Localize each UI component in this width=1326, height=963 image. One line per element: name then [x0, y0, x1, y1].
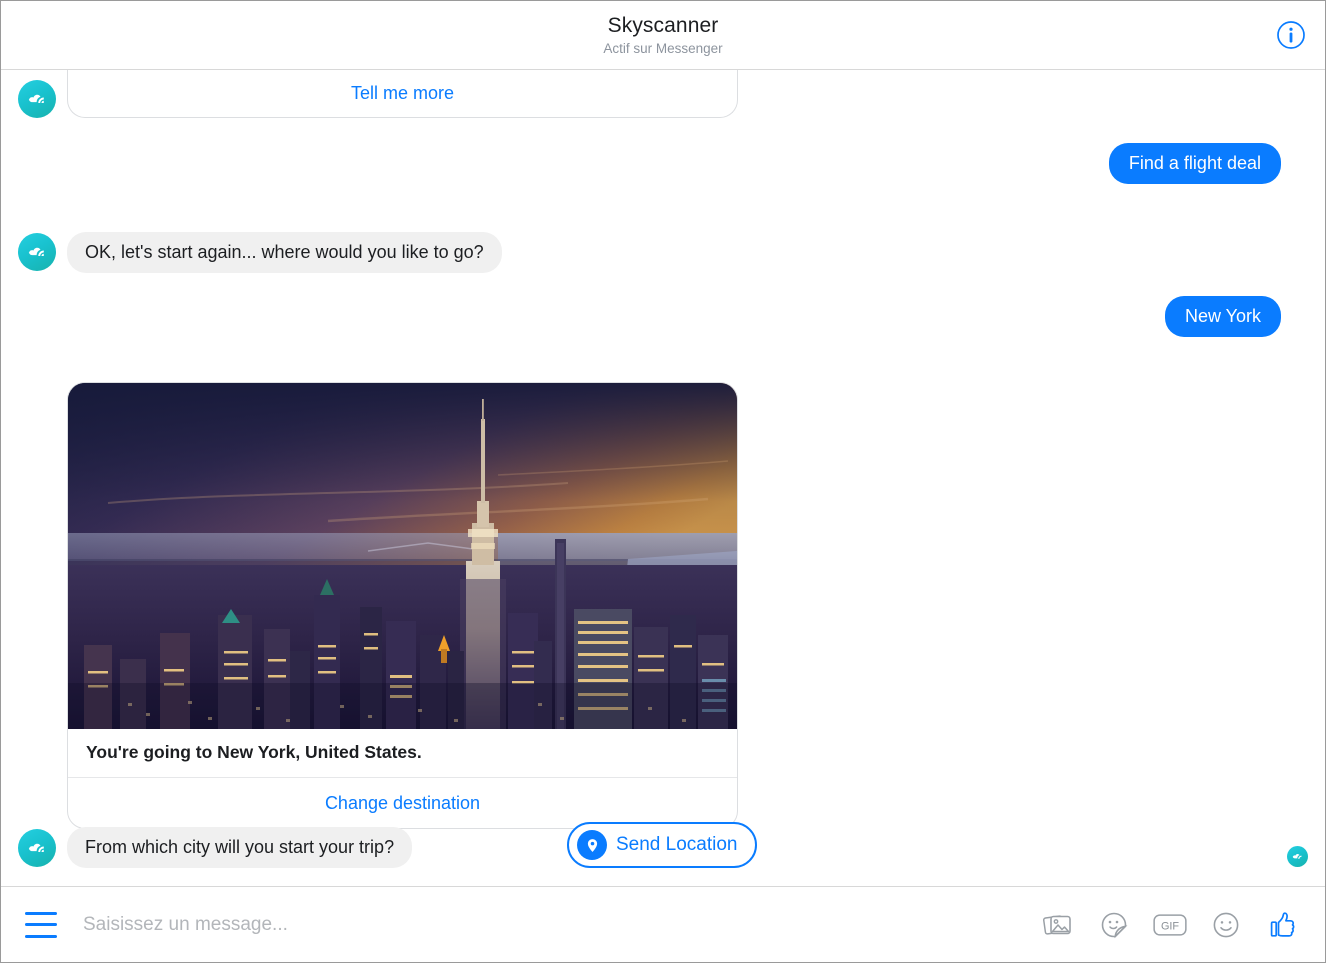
message-text: From which city will you start your trip…: [85, 837, 395, 857]
destination-card-title: You're going to New York, United States.: [68, 729, 737, 778]
message-input[interactable]: [81, 912, 1041, 937]
tell-me-more-button-label: Tell me more: [350, 83, 455, 103]
message-bubble-outgoing[interactable]: New York: [1164, 296, 1281, 337]
header-titles: Skyscanner Actif sur Messenger: [603, 14, 722, 57]
nyc-skyline-image: [68, 383, 737, 729]
change-destination-button[interactable]: Change destination: [68, 778, 737, 828]
message-text: OK, let's start again... where would you…: [85, 242, 484, 262]
skyscanner-logo-icon: [1292, 853, 1302, 859]
card-tell-me-more[interactable]: Tell me more: [67, 70, 738, 118]
bot-avatar: [18, 829, 56, 867]
message-composer: GIF: [1, 886, 1325, 962]
page-title: Skyscanner: [607, 13, 719, 37]
header-subtitle: Actif sur Messenger: [603, 40, 723, 56]
info-icon[interactable]: [1274, 18, 1308, 52]
emoji-icon[interactable]: [1209, 908, 1243, 942]
bot-avatar: [18, 233, 56, 271]
quick-reply-label: Send Location: [616, 834, 738, 855]
composer-tools: GIF: [1041, 908, 1299, 942]
thumbs-up-icon[interactable]: [1265, 908, 1299, 942]
destination-photo: [68, 383, 737, 729]
location-pin-icon: [577, 830, 607, 860]
message-text: New York: [1184, 306, 1261, 326]
messenger-window: Skyscanner Actif sur Messenger Tell me m…: [0, 0, 1326, 963]
seen-receipt-avatar: [1287, 846, 1308, 867]
hamburger-menu-icon[interactable]: [25, 911, 57, 938]
quick-reply-send-location[interactable]: Send Location: [567, 822, 757, 868]
skyscanner-logo-icon: [28, 247, 44, 257]
skyscanner-logo-icon: [28, 843, 44, 853]
bot-avatar: [18, 80, 56, 118]
message-text: Find a flight deal: [1128, 153, 1261, 173]
message-bubble-outgoing[interactable]: Find a flight deal: [1108, 143, 1281, 184]
photo-icon[interactable]: [1041, 908, 1075, 942]
sticker-icon[interactable]: [1097, 908, 1131, 942]
svg-text:GIF: GIF: [1161, 920, 1179, 932]
message-bubble-incoming[interactable]: From which city will you start your trip…: [67, 827, 413, 868]
message-thread[interactable]: Tell me more Find a flight deal OK, let'…: [1, 70, 1325, 887]
conversation-header: Skyscanner Actif sur Messenger: [1, 1, 1325, 70]
skyscanner-logo-icon: [28, 94, 44, 104]
message-bubble-incoming[interactable]: OK, let's start again... where would you…: [67, 232, 502, 273]
card-destination[interactable]: You're going to New York, United States.…: [67, 382, 738, 829]
gif-icon[interactable]: GIF: [1153, 908, 1187, 942]
